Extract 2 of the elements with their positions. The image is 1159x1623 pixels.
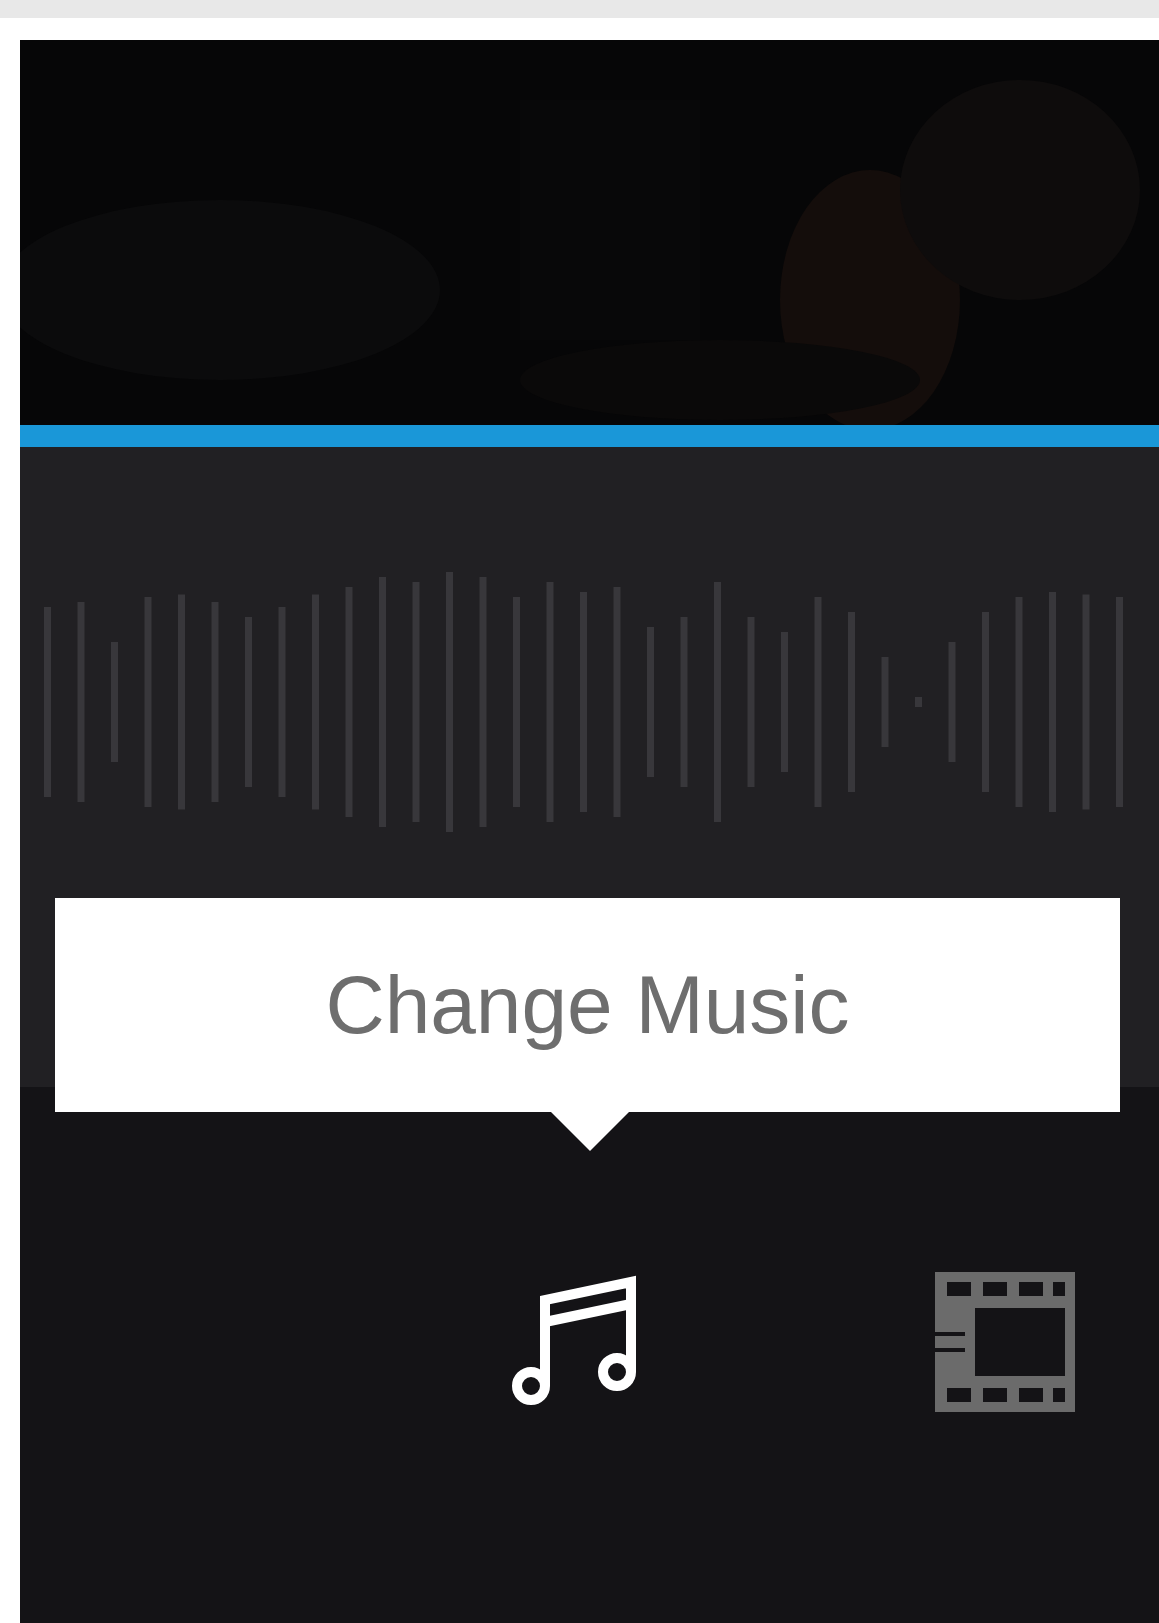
- tooltip-text: Change Music: [325, 958, 850, 1052]
- film-strip-icon[interactable]: [935, 1272, 1075, 1412]
